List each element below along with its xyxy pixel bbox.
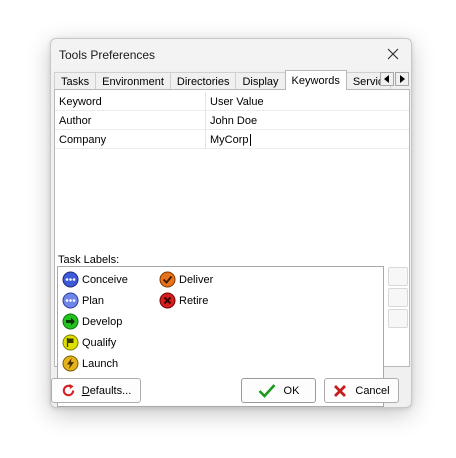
task-label-text: Deliver — [179, 273, 214, 286]
defaults-label-rest: efaults... — [89, 384, 132, 397]
value-edit-text[interactable]: MyCorp — [210, 134, 249, 146]
tab-scroll-right-button[interactable] — [395, 72, 409, 86]
tab-scroll-buttons — [380, 72, 410, 86]
check-icon — [159, 271, 176, 288]
task-label-text: Plan — [82, 294, 105, 307]
table-row[interactable]: Company MyCorp — [55, 130, 409, 149]
keywords-panel: Keyword User Value Author John Doe Compa… — [54, 89, 410, 407]
cancel-button[interactable]: Cancel — [324, 378, 399, 403]
list-item[interactable]: Launch — [62, 353, 128, 374]
tab-keywords[interactable]: Keywords — [284, 70, 347, 90]
task-label-side-buttons — [388, 267, 408, 328]
defaults-label: Defaults... — [82, 385, 132, 397]
arrow-icon — [62, 313, 79, 330]
flag-icon — [62, 334, 79, 351]
close-icon — [387, 48, 399, 60]
list-item[interactable]: Develop — [62, 311, 128, 332]
keyword-cell[interactable]: Company — [55, 130, 206, 149]
task-labels-title: Task Labels: — [58, 254, 120, 266]
tab-scroll-left-button[interactable] — [380, 72, 394, 86]
triangle-left-icon — [384, 75, 389, 83]
list-item[interactable]: Retire — [159, 290, 213, 311]
x-icon — [159, 292, 176, 309]
ok-button[interactable]: OK — [241, 378, 316, 403]
column-header-keyword[interactable]: Keyword — [55, 92, 206, 111]
task-label-text: Qualify — [82, 336, 117, 349]
side-button-1[interactable] — [388, 267, 408, 286]
table-row[interactable]: Author John Doe — [55, 111, 409, 130]
value-cell[interactable]: John Doe — [206, 111, 409, 130]
list-item[interactable]: Plan — [62, 290, 128, 311]
triangle-right-icon — [400, 75, 405, 83]
task-labels-column-2: Deliver Retire — [159, 269, 213, 311]
task-label-text: Launch — [82, 357, 119, 370]
side-button-2[interactable] — [388, 288, 408, 307]
keywords-table: Keyword User Value Author John Doe Compa… — [55, 92, 409, 149]
cancel-label: Cancel — [355, 384, 390, 397]
side-button-3[interactable] — [388, 309, 408, 328]
tab-tasks[interactable]: Tasks — [54, 72, 97, 90]
ok-label: OK — [283, 384, 300, 397]
list-item[interactable]: Conceive — [62, 269, 128, 290]
keyword-cell[interactable]: Author — [55, 111, 206, 130]
text-caret — [249, 133, 251, 146]
column-header-user-value[interactable]: User Value — [206, 92, 409, 111]
refresh-icon — [62, 383, 74, 397]
cancel-x-icon — [334, 384, 347, 397]
dots-icon — [62, 292, 79, 309]
tab-directories[interactable]: Directories — [169, 72, 237, 90]
task-label-text: Conceive — [82, 273, 128, 286]
task-label-text: Retire — [179, 294, 209, 307]
dots-icon — [62, 271, 79, 288]
window-title: Tools Preferences — [59, 47, 156, 62]
task-label-text: Develop — [82, 315, 123, 328]
list-item[interactable]: Qualify — [62, 332, 128, 353]
checkmark-icon — [258, 384, 276, 398]
defaults-mnemonic: D — [81, 384, 90, 397]
title-bar: Tools Preferences — [51, 39, 411, 70]
table-header: Keyword User Value — [55, 92, 409, 111]
value-cell-editing[interactable]: MyCorp — [206, 130, 409, 149]
lightning-icon — [62, 355, 79, 372]
tab-display[interactable]: Display — [235, 72, 286, 90]
task-labels-column-1: Conceive Plan Develop Qualify Launch — [62, 269, 128, 374]
tab-environment[interactable]: Environment — [95, 72, 171, 90]
defaults-button[interactable]: Defaults... — [51, 378, 141, 403]
preferences-dialog: Tools Preferences Tasks Environment Dire… — [50, 38, 412, 408]
list-item[interactable]: Deliver — [159, 269, 213, 290]
tab-strip: Tasks Environment Directories Display Ke… — [54, 70, 391, 90]
close-button[interactable] — [379, 41, 407, 67]
